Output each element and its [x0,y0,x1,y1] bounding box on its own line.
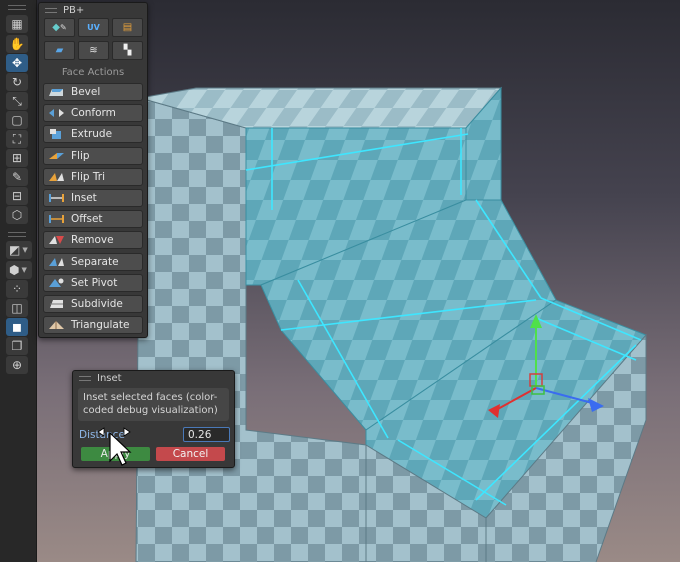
object-mode-icon[interactable]: ❐ [6,337,28,355]
extrude-icon [48,128,65,140]
poly-shape-icon[interactable]: ⬢ ▼ [6,261,32,279]
bevel-button[interactable]: Bevel [43,83,143,101]
material-editor-icon[interactable]: ▤ [112,18,143,37]
flip-tri-button[interactable]: Flip Tri [43,167,143,186]
new-shape-icon[interactable]: ◆ ✎ [44,18,75,37]
face-actions-label: Face Actions [61,67,125,78]
offset-button[interactable]: Offset [43,210,143,229]
edge-mode-icon[interactable]: ◫ [6,299,28,317]
pivot-mode-icon[interactable]: ⊕ [6,356,28,374]
conform-button[interactable]: Conform [43,104,143,123]
flip-button[interactable]: Flip [43,146,143,165]
panel-title: PB+ [63,4,85,16]
mouse-cursor-icon [96,425,136,467]
grid-snap-icon[interactable]: ⊞ [6,149,28,167]
subdivide-icon [48,298,65,310]
offset-icon [48,213,65,225]
popup-grip-icon[interactable] [79,376,91,381]
transform-tool-icon[interactable]: ⛶ [6,130,28,148]
subdivide-button[interactable]: Subdivide [43,294,143,313]
distance-input[interactable] [183,427,230,442]
vertex-color-icon[interactable]: ≋ [78,41,109,60]
inset-icon [48,192,65,204]
set-pivot-icon [48,277,65,289]
triangulate-icon [48,319,65,331]
conform-icon [48,107,65,119]
hand-pan-icon[interactable]: ✋ [6,35,28,53]
face-actions-list: Bevel Conform Extrude Flip Flip Tri Inse… [43,83,143,337]
panel-grip-icon[interactable] [45,7,57,13]
popup-title: Inset [97,373,122,384]
toolbar-grip[interactable] [8,5,26,10]
grid-view-icon[interactable]: ▦ [6,15,28,33]
face-mode-icon[interactable]: ◼ [6,318,28,336]
flip-tri-icon [48,171,65,183]
probuilder-panel: PB+ ◆ ✎ UV ▤ ▰ ≋ ▚ Face Actions Bevel Con… [38,2,148,338]
tools-toolbar: ▦ ✋ ✥ ↻ ⤡ ▢ ⛶ ⊞ ✎ ⊟ ⬡ ◩ ▼ ⬢ ▼ ⁘ ◫ ◼ ❐ ⊕ [0,0,37,562]
rect-tool-icon[interactable]: ▢ [6,111,28,129]
cube-select-icon[interactable]: ⬡ [6,206,28,224]
remove-button[interactable]: Remove [43,231,143,250]
smoothing-groups-icon[interactable]: ▰ [44,41,75,60]
uv-editor-icon[interactable]: UV [78,18,109,37]
cancel-button[interactable]: Cancel [156,447,225,461]
paint-tool-icon[interactable]: ✎ [6,168,28,186]
scale-tool-icon[interactable]: ⤡ [6,92,28,110]
popup-header[interactable]: Inset [73,371,234,386]
checker-texture-icon[interactable]: ▚ [112,41,143,60]
vertex-mode-icon[interactable]: ⁘ [6,280,28,298]
mode-button-grid: ◆ ✎ UV ▤ ▰ ≋ ▚ [44,18,143,60]
toolbar-grip-2[interactable] [8,232,26,237]
extrude-button[interactable]: Extrude [43,125,143,144]
separate-icon [48,256,65,268]
separate-button[interactable]: Separate [43,252,143,271]
inset-description: Inset selected faces (color-coded debug … [78,388,229,421]
flip-icon [48,150,65,162]
remove-icon [48,234,65,246]
shape-tool-icon[interactable]: ◩ ▼ [6,241,32,259]
rotate-tool-icon[interactable]: ↻ [6,73,28,91]
inset-button[interactable]: Inset [43,188,143,207]
bevel-icon [48,86,65,98]
triangulate-button[interactable]: Triangulate [43,316,143,335]
move-tool-icon[interactable]: ✥ [6,54,28,72]
probuilder-edit-icon[interactable]: ⊟ [6,187,28,205]
panel-header[interactable]: PB+ [39,3,147,17]
set-pivot-button[interactable]: Set Pivot [43,273,143,292]
